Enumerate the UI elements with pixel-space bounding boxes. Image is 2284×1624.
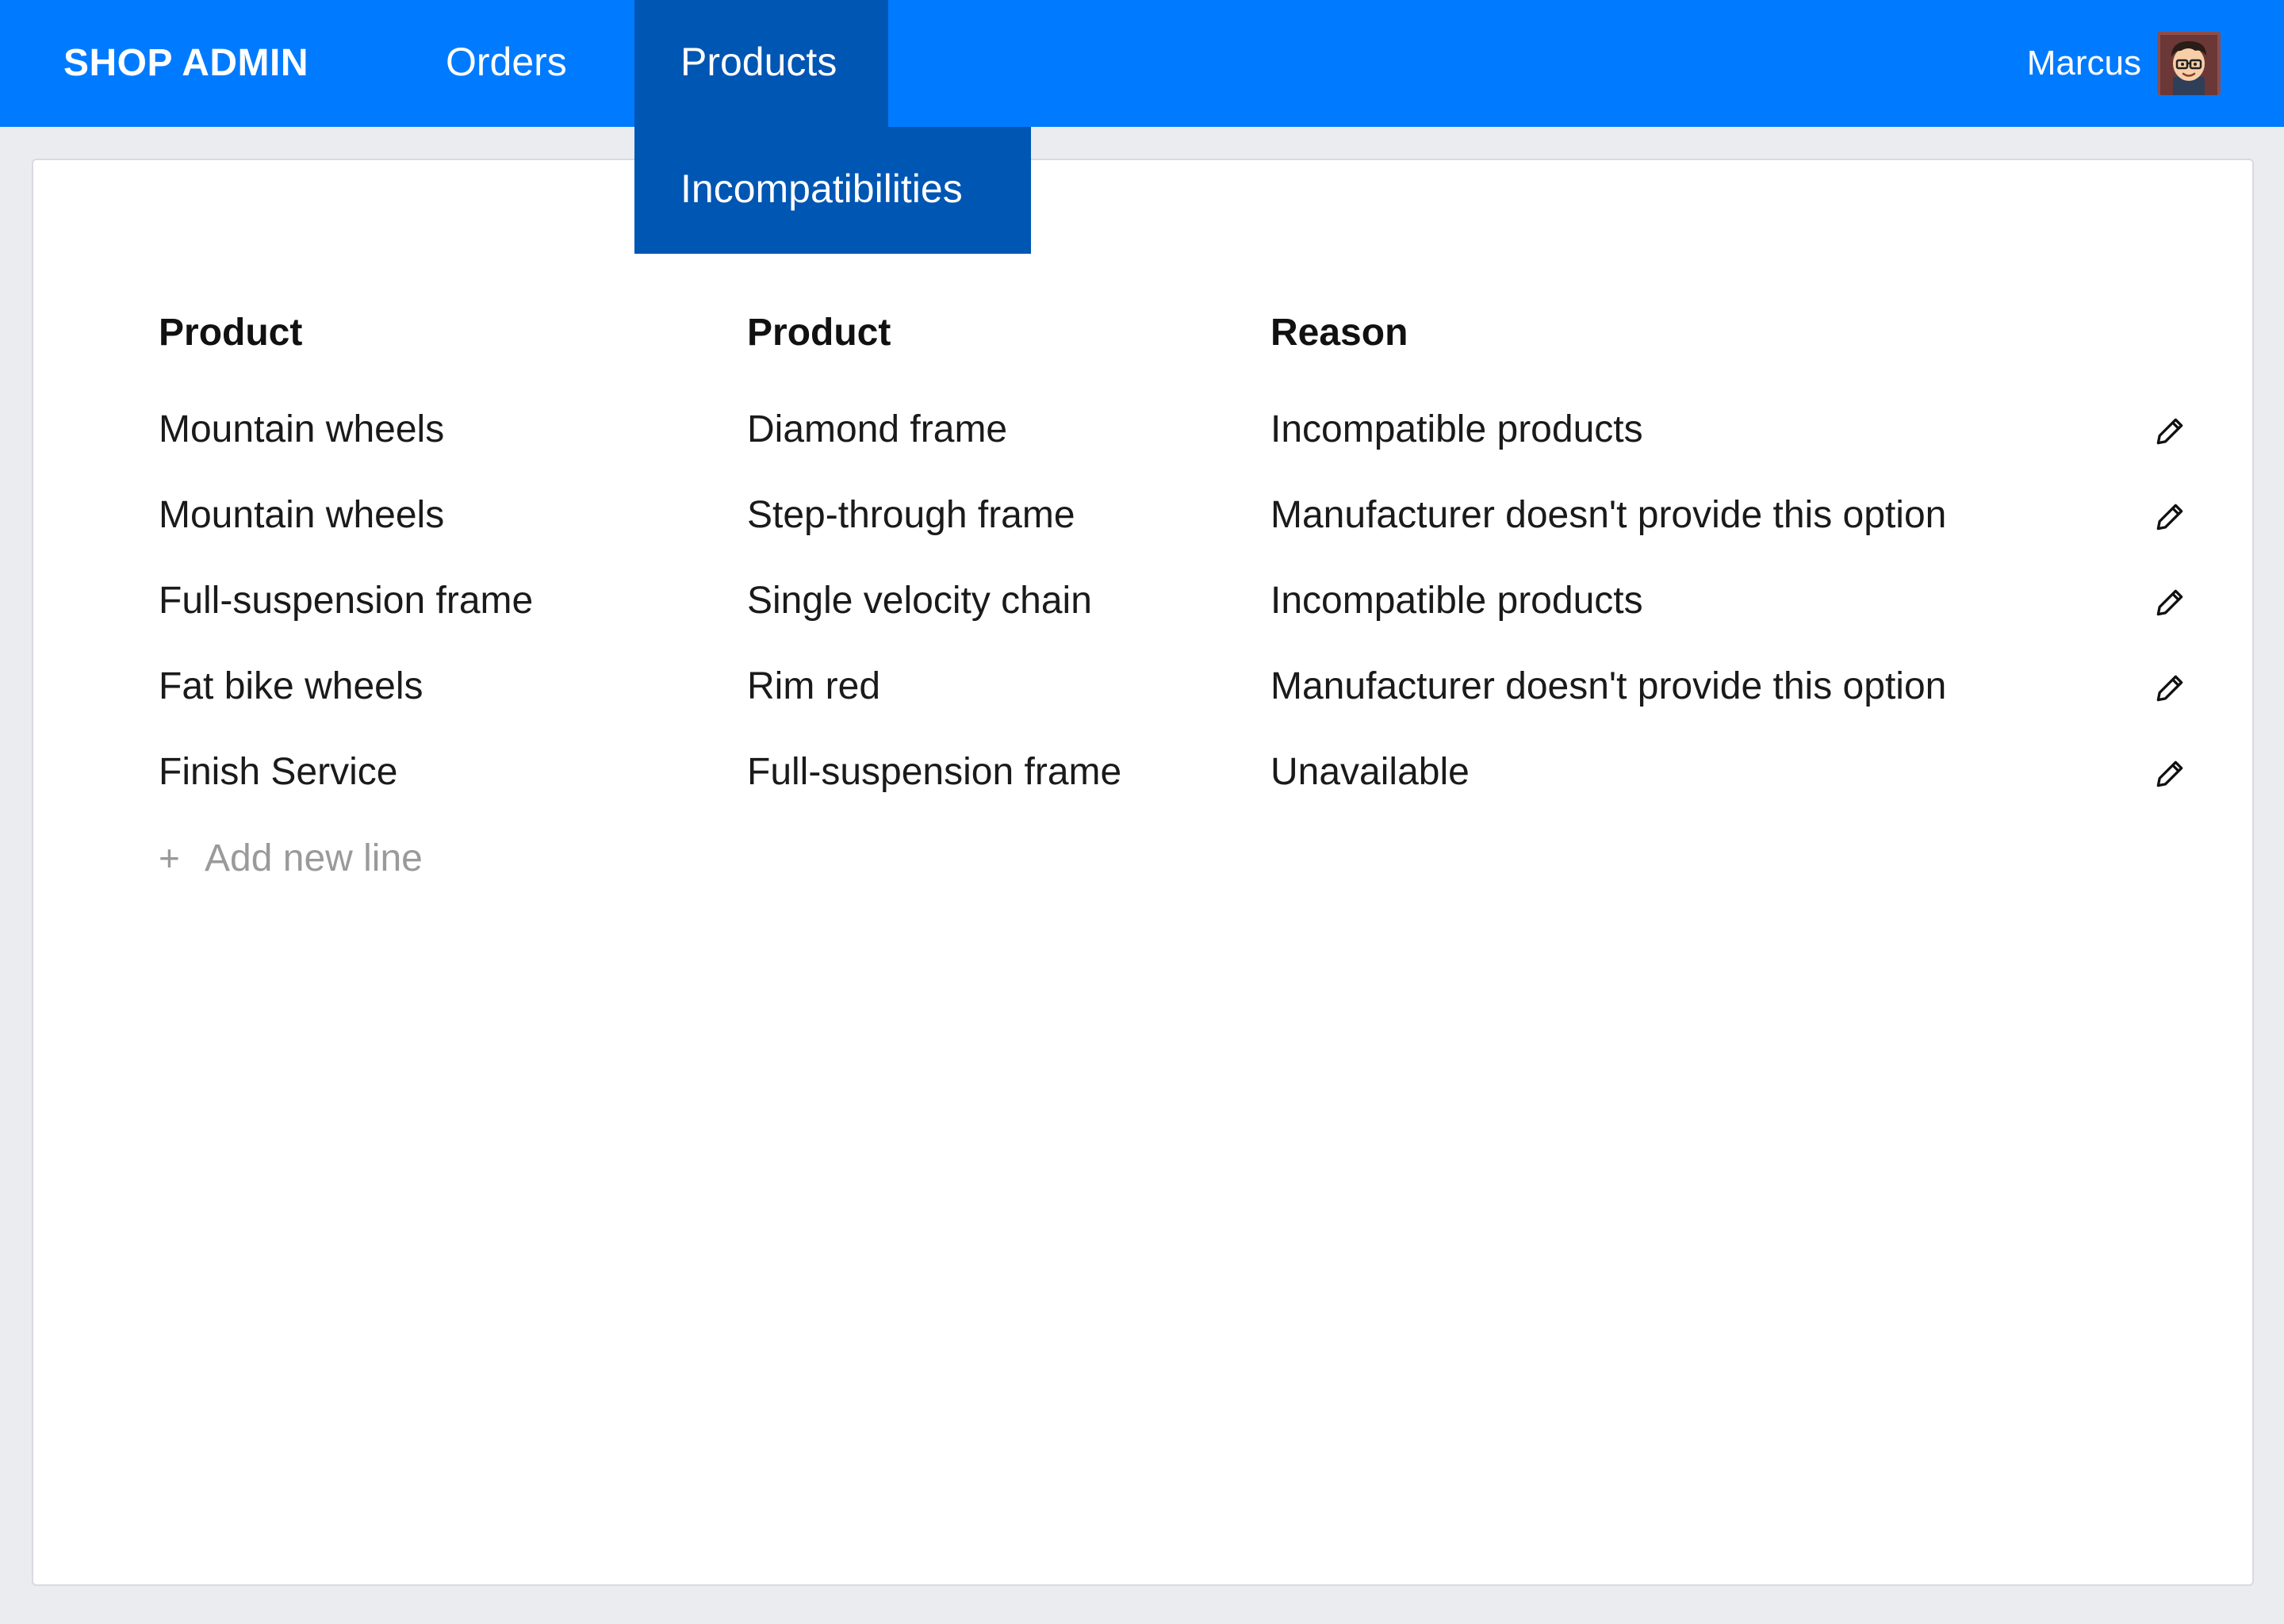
pencil-icon[interactable] [2152, 414, 2187, 449]
add-new-line-label: Add new line [205, 837, 423, 879]
table-cell-reason: Incompatible products [1270, 580, 1643, 622]
nav-item-orders[interactable]: Orders [446, 0, 567, 127]
table-cell-product-2: Rim red [747, 665, 881, 707]
table-cell-product-1: Fat bike wheels [159, 665, 423, 707]
menu-item-incompatibilities[interactable]: Incompatibilities [680, 127, 963, 254]
column-header-product-1: Product [159, 312, 303, 354]
table-cell-product-1: Mountain wheels [159, 494, 445, 536]
plus-icon: + [159, 837, 180, 879]
table-cell-product-2: Single velocity chain [747, 580, 1092, 622]
products-dropdown-menu: Incompatibilities [634, 127, 1031, 254]
brand-logo-text[interactable]: SHOP ADMIN [63, 0, 308, 127]
column-header-reason: Reason [1270, 312, 1408, 354]
table-cell-product-1: Full-suspension frame [159, 580, 534, 622]
table-cell-product-2: Full-suspension frame [747, 751, 1122, 793]
pencil-icon[interactable] [2152, 671, 2187, 706]
pencil-icon[interactable] [2152, 500, 2187, 534]
add-new-line-button[interactable]: + Add new line [159, 833, 423, 883]
pencil-icon[interactable] [2152, 585, 2187, 620]
table-cell-reason: Unavailable [1270, 751, 1470, 793]
table-cell-reason: Manufacturer doesn't provide this option [1270, 494, 1947, 536]
top-nav-bar: SHOP ADMIN Orders Products Marcus [0, 0, 2284, 127]
table-cell-reason: Manufacturer doesn't provide this option [1270, 665, 1947, 707]
table-cell-product-1: Mountain wheels [159, 408, 445, 450]
table-cell-product-1: Finish Service [159, 751, 398, 793]
user-name[interactable]: Marcus [2027, 0, 2141, 127]
table-cell-reason: Incompatible products [1270, 408, 1643, 450]
table-cell-product-2: Diamond frame [747, 408, 1008, 450]
nav-item-products[interactable]: Products [634, 0, 888, 127]
table-cell-product-2: Step-through frame [747, 494, 1075, 536]
pencil-icon[interactable] [2152, 756, 2187, 791]
avatar[interactable] [2157, 32, 2221, 95]
column-header-product-2: Product [747, 312, 891, 354]
